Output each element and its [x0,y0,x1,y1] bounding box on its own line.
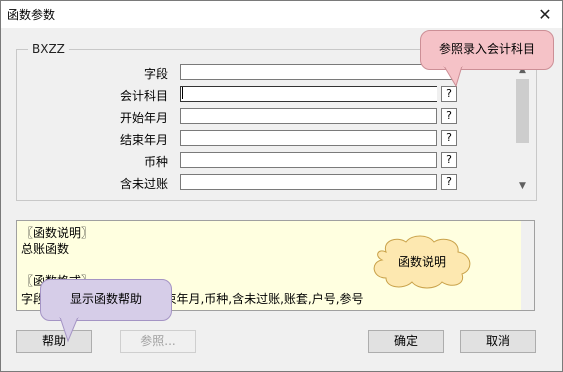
show-help-callout-text: 显示函数帮助 [69,292,142,306]
dialog-title: 函数参数 [7,8,56,22]
cancel-button[interactable]: 取消 [460,330,536,353]
account-ref-callout: 参照录入会计科目 [420,30,554,70]
account-label: 会计科目 [119,89,168,103]
currency-label: 币种 [143,155,168,169]
params-scrollbar[interactable]: ▲ ▼ [514,63,531,193]
purple-callout-pointer [59,317,79,343]
unposted-ref-button[interactable]: ? [441,174,457,190]
currency-ref-button[interactable]: ? [441,152,457,168]
currency-input[interactable] [180,152,437,168]
start-month-label: 开始年月 [119,111,168,125]
scroll-thumb[interactable] [516,79,529,143]
show-help-callout: 显示函数帮助 [40,279,172,321]
end-month-label: 结束年月 [119,133,168,147]
desc-heading: 〖函数说明〗 [21,226,94,240]
pink-callout-pointer [443,66,463,88]
end-month-ref-button[interactable]: ? [441,130,457,146]
text-cursor [182,87,183,99]
start-month-ref-button[interactable]: ? [441,108,457,124]
unposted-input[interactable] [180,174,437,190]
end-month-input[interactable] [180,130,437,146]
group-title: BXZZ [28,42,69,56]
cloud-callout-text: 函数说明 [398,255,447,269]
field-label-field: 字段 [143,67,168,81]
reference-button[interactable]: 参照... [120,330,196,353]
ok-button[interactable]: 确定 [368,330,444,353]
account-ref-callout-text: 参照录入会计科目 [438,42,535,56]
description-scrollbar[interactable] [521,221,534,310]
title-bar: 函数参数 ✕ [1,1,562,28]
start-month-input[interactable] [180,108,437,124]
unposted-label: 含未过账 [119,177,168,191]
close-icon[interactable]: ✕ [528,1,562,28]
field-input[interactable] [180,64,457,80]
desc-text: 总账函数 [21,242,70,256]
account-input[interactable] [180,86,437,102]
scroll-down-icon[interactable]: ▼ [514,179,531,193]
